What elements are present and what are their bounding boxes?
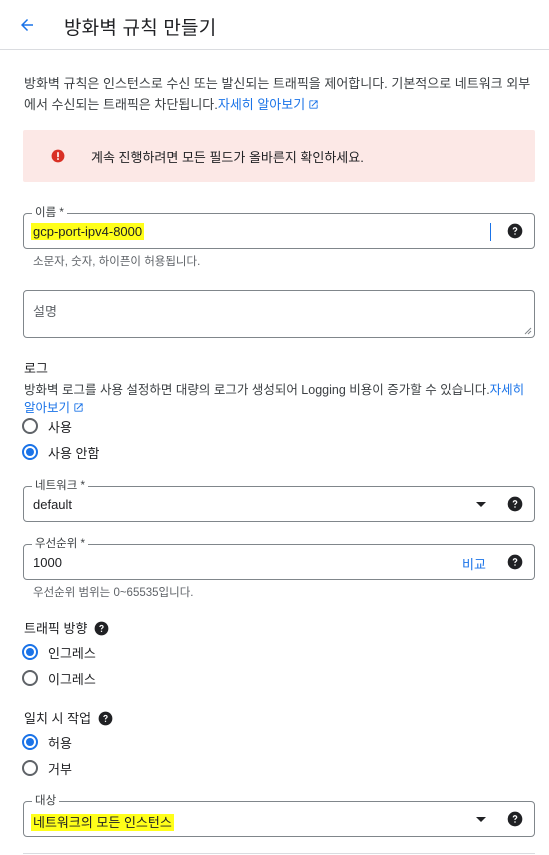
logs-text: 방화벽 로그를 사용 설정하면 대량의 로그가 생성되어 Logging 비용이… (24, 383, 490, 397)
error-banner: 계속 진행하려면 모든 필드가 올바른지 확인하세요. (23, 130, 535, 182)
logs-option-off[interactable]: 사용 안함 (22, 442, 99, 462)
logs-option-on[interactable]: 사용 (22, 416, 72, 436)
name-input-value: gcp-port-ipv4-8000 (31, 223, 145, 240)
target-select[interactable]: 대상 네트워크의 모든 인스턴스 (23, 794, 535, 837)
name-hint: 소문자, 숫자, 하이픈이 허용됩니다. (33, 256, 201, 268)
intro-description: 방화벽 규칙은 인스턴스로 수신 또는 발신되는 트래픽을 제어합니다. 기본적… (24, 73, 536, 115)
error-icon (51, 149, 65, 163)
name-field-label: 이름 * (32, 206, 67, 220)
error-message: 계속 진행하려면 모든 필드가 올바른지 확인하세요. (91, 150, 364, 165)
traffic-direction-title: 트래픽 방향 (24, 618, 109, 637)
back-arrow-icon[interactable] (14, 12, 40, 38)
dropdown-arrow-icon[interactable] (476, 817, 486, 822)
text-cursor (490, 223, 491, 241)
logs-title: 로그 (24, 361, 48, 376)
name-field[interactable]: 이름 * gcp-port-ipv4-8000 (23, 206, 535, 249)
radio-button[interactable] (22, 418, 38, 434)
radio-button[interactable] (22, 444, 38, 460)
network-value: default (33, 497, 73, 512)
help-icon[interactable] (94, 621, 109, 636)
help-icon[interactable] (98, 711, 113, 726)
priority-field-label: 우선순위 * (32, 537, 88, 551)
network-field-label: 네트워크 * (32, 479, 88, 493)
priority-hint: 우선순위 범위는 0~65535입니다. (33, 587, 194, 599)
network-select[interactable]: 네트워크 * default (23, 479, 535, 522)
radio-button[interactable] (22, 670, 38, 686)
action-option-allow[interactable]: 허용 (22, 732, 72, 752)
logs-description: 방화벽 로그를 사용 설정하면 대량의 로그가 생성되어 Logging 비용이… (24, 381, 536, 417)
external-link-icon (74, 403, 83, 412)
page-header: 방화벽 규칙 만들기 (0, 0, 549, 50)
action-on-match-title: 일치 시 작업 (24, 708, 113, 727)
action-option-deny[interactable]: 거부 (22, 758, 72, 778)
description-placeholder: 설명 (33, 304, 57, 319)
help-icon[interactable] (507, 496, 523, 512)
priority-field[interactable]: 우선순위 * 1000 비교 (23, 537, 535, 580)
help-icon[interactable] (507, 223, 523, 239)
target-value: 네트워크의 모든 인스턴스 (31, 814, 174, 831)
radio-button[interactable] (22, 760, 38, 776)
divider (23, 853, 535, 854)
priority-value: 1000 (33, 555, 62, 570)
radio-button[interactable] (22, 734, 38, 750)
page-title: 방화벽 규칙 만들기 (64, 18, 217, 39)
description-textarea[interactable]: 설명 (23, 290, 535, 338)
external-link-icon (309, 100, 318, 109)
target-field-label: 대상 (32, 794, 60, 808)
traffic-option-ingress[interactable]: 인그레스 (22, 642, 96, 662)
traffic-option-egress[interactable]: 이그레스 (22, 668, 96, 688)
radio-button[interactable] (22, 644, 38, 660)
learn-more-link[interactable]: 자세히 알아보기 (218, 97, 319, 112)
resize-handle-icon[interactable] (524, 327, 532, 335)
compare-link[interactable]: 비교 (462, 554, 486, 573)
help-icon[interactable] (507, 811, 523, 827)
dropdown-arrow-icon[interactable] (476, 502, 486, 507)
help-icon[interactable] (507, 554, 523, 570)
